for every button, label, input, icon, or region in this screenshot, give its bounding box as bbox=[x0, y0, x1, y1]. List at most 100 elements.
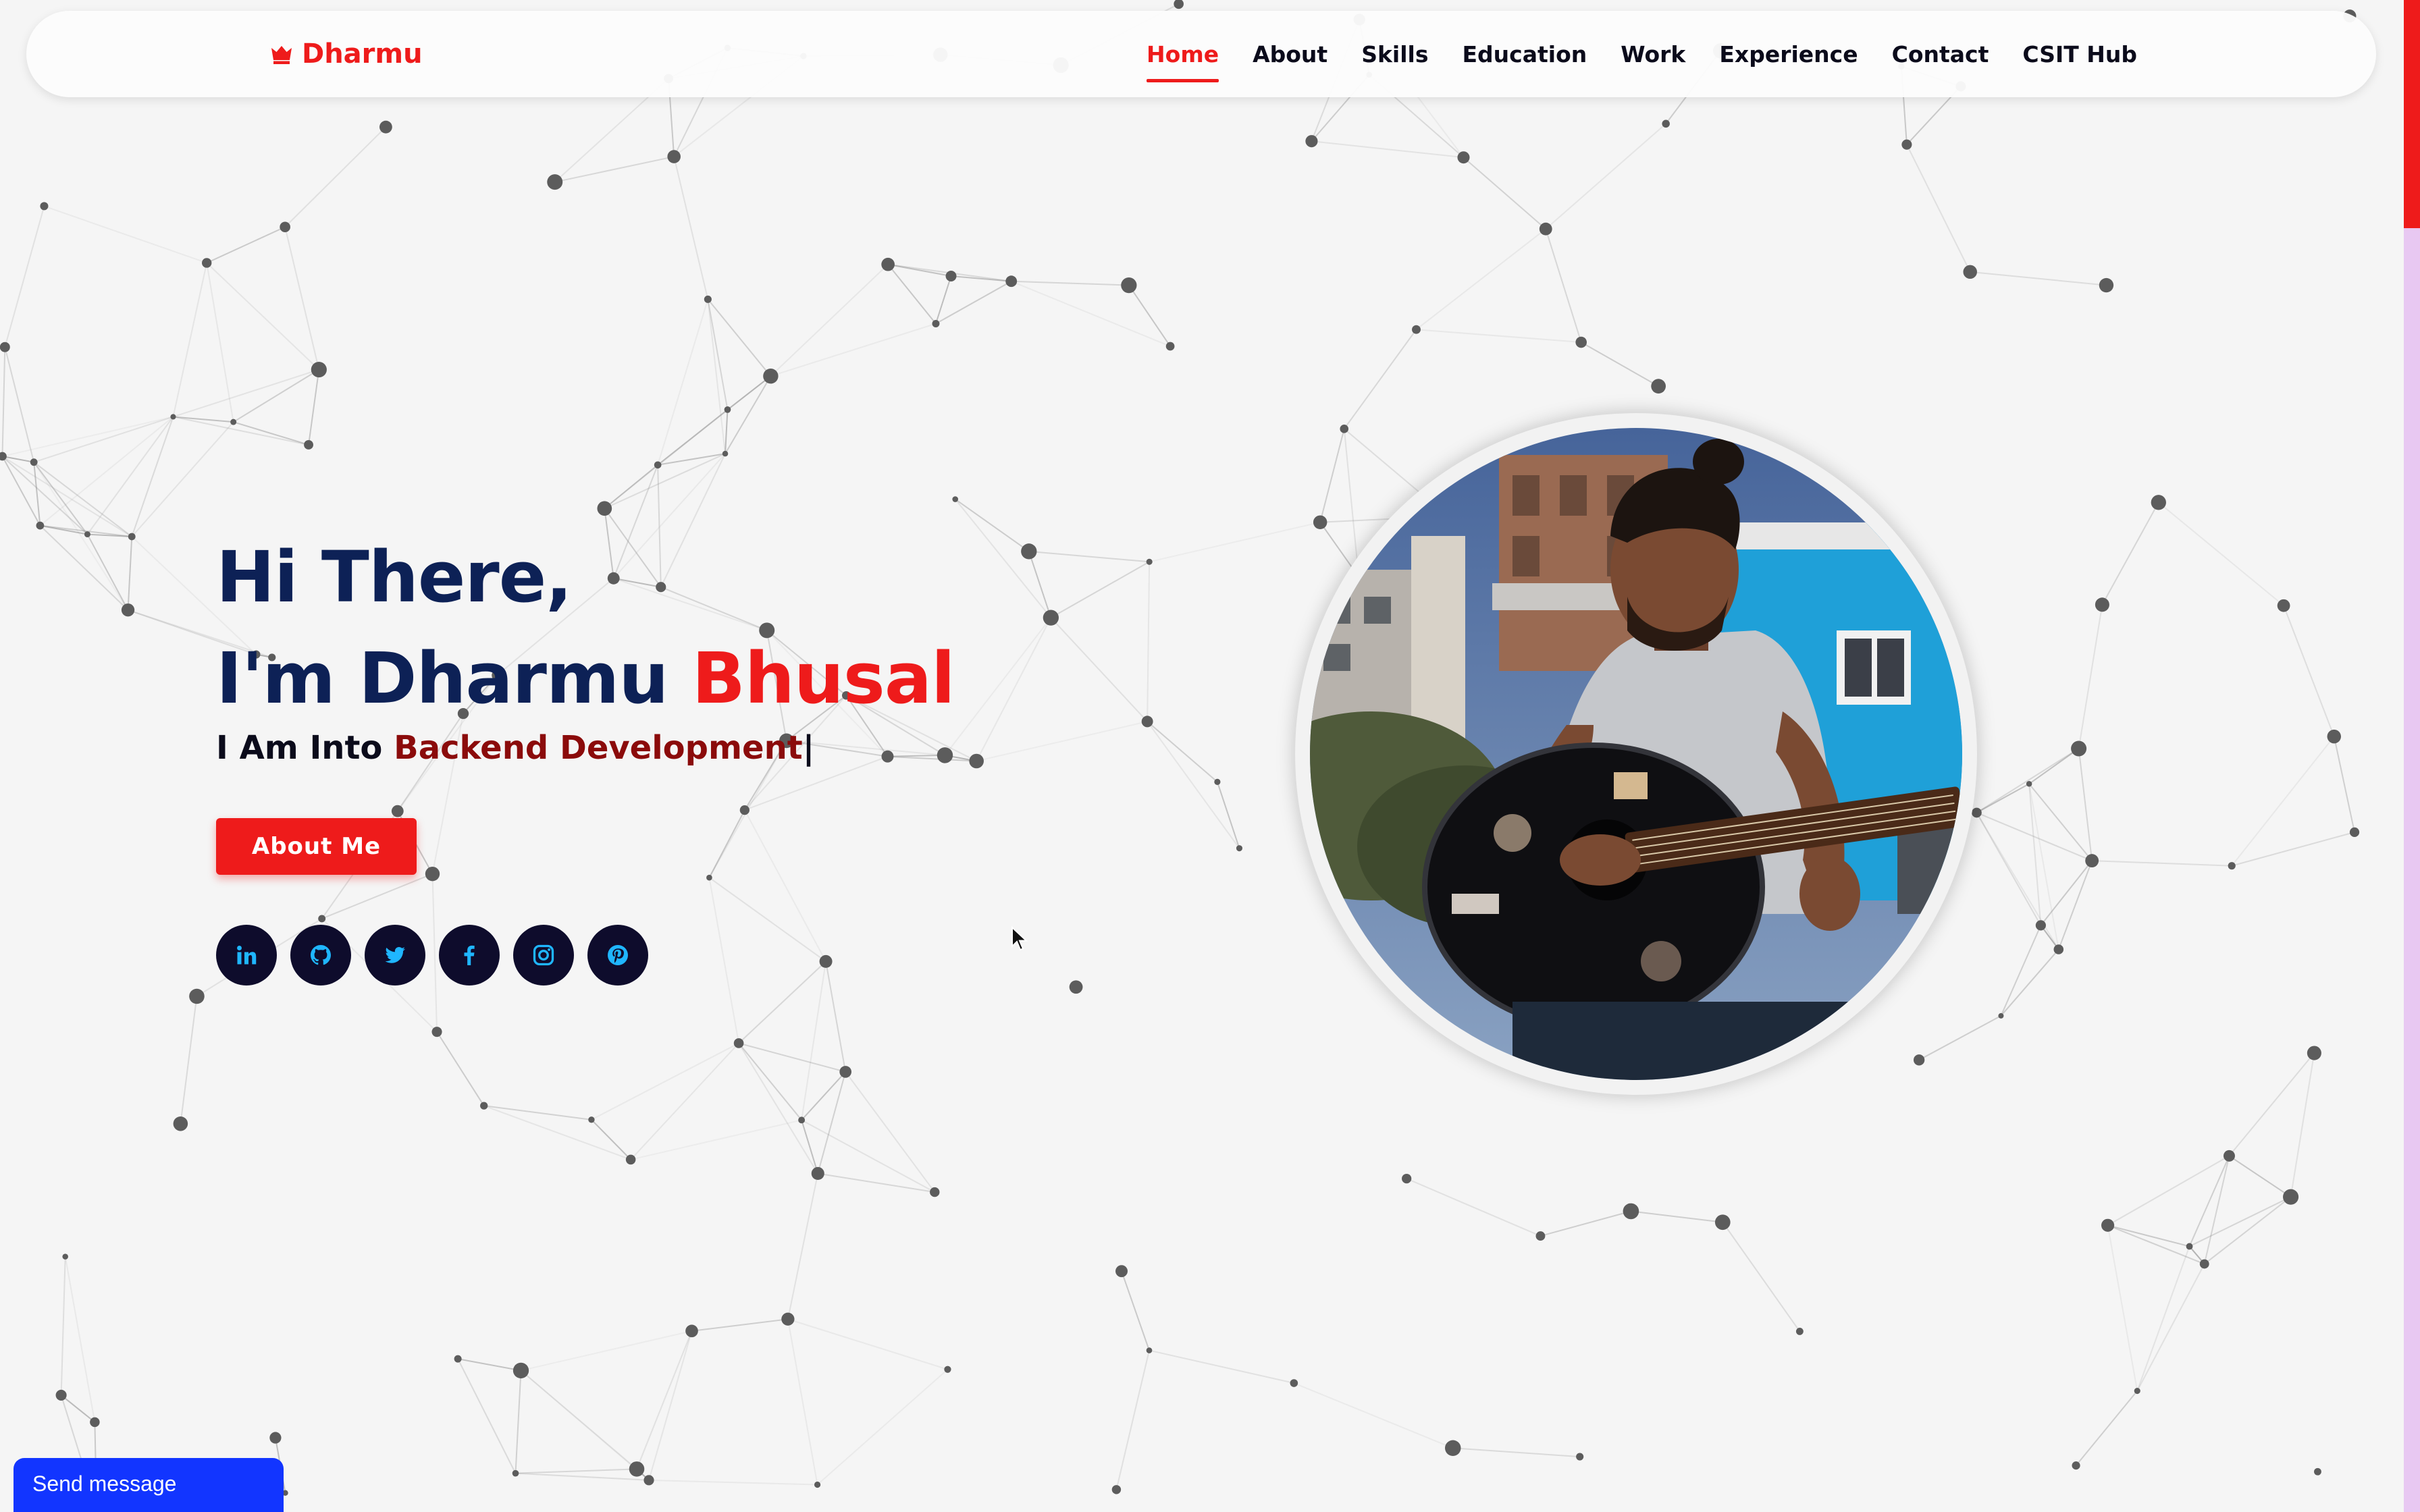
network-line bbox=[457, 1358, 517, 1474]
network-node bbox=[318, 915, 326, 923]
instagram-link[interactable] bbox=[513, 925, 574, 986]
nav-contact[interactable]: Contact bbox=[1892, 36, 1989, 73]
network-node bbox=[2186, 1243, 2193, 1250]
profile-photo bbox=[1310, 428, 1962, 1080]
network-node bbox=[512, 1469, 519, 1477]
network-node bbox=[1913, 1054, 1925, 1066]
network-line bbox=[1050, 561, 1150, 618]
name-highlight: Bhusal bbox=[691, 637, 955, 720]
nav-skills[interactable]: Skills bbox=[1361, 36, 1428, 73]
name-line: I'm Dharmu Bhusal bbox=[216, 628, 955, 729]
network-line bbox=[180, 996, 198, 1124]
network-line bbox=[787, 1173, 819, 1320]
network-line bbox=[1918, 1015, 2001, 1061]
network-line bbox=[131, 416, 174, 537]
network-line bbox=[630, 1042, 739, 1160]
network-node bbox=[230, 418, 237, 425]
network-line bbox=[1319, 429, 1345, 522]
network-line bbox=[636, 1330, 693, 1469]
network-node bbox=[480, 1102, 488, 1110]
network-line bbox=[284, 227, 320, 370]
nav-work[interactable]: Work bbox=[1621, 36, 1685, 73]
network-node bbox=[819, 954, 833, 968]
nav-education[interactable]: Education bbox=[1463, 36, 1587, 73]
network-node bbox=[2314, 1467, 2321, 1476]
network-line bbox=[657, 453, 726, 466]
network-node bbox=[1576, 1453, 1584, 1461]
network-node bbox=[1714, 1214, 1731, 1231]
network-line bbox=[954, 498, 1052, 618]
nav-home[interactable]: Home bbox=[1147, 36, 1219, 73]
network-node bbox=[625, 1154, 636, 1165]
typed-intro: I Am Into Backend Development| bbox=[216, 729, 814, 767]
network-line bbox=[173, 416, 234, 423]
network-line bbox=[976, 720, 1148, 762]
network-line bbox=[787, 1319, 818, 1485]
facebook-icon bbox=[464, 945, 475, 965]
network-line bbox=[1028, 550, 1150, 563]
network-node bbox=[811, 1166, 824, 1181]
network-node bbox=[512, 1362, 529, 1379]
network-line bbox=[33, 416, 174, 463]
network-node bbox=[2053, 944, 2064, 954]
network-node bbox=[643, 1475, 654, 1486]
send-message-button[interactable]: Send message bbox=[14, 1458, 284, 1512]
pinterest-link[interactable] bbox=[587, 925, 648, 986]
nav-experience[interactable]: Experience bbox=[1719, 36, 1858, 73]
network-node bbox=[932, 320, 940, 327]
network-node bbox=[2095, 597, 2109, 612]
linkedin-link[interactable] bbox=[216, 925, 277, 986]
network-node bbox=[547, 174, 563, 190]
network-node bbox=[121, 603, 135, 617]
network-line bbox=[976, 617, 1052, 761]
brand-logo[interactable]: Dharmu bbox=[269, 11, 423, 97]
network-node bbox=[2151, 495, 2166, 510]
facebook-link[interactable] bbox=[439, 925, 500, 986]
network-node bbox=[1141, 716, 1153, 728]
network-node bbox=[798, 1116, 806, 1124]
nav-csit-hub[interactable]: CSIT Hub bbox=[2022, 36, 2137, 73]
network-line bbox=[738, 1042, 819, 1174]
network-node bbox=[280, 221, 290, 233]
network-line bbox=[39, 524, 129, 611]
network-node bbox=[1340, 425, 1349, 433]
network-line bbox=[887, 754, 945, 757]
network-line bbox=[708, 877, 826, 963]
network-line bbox=[743, 809, 826, 962]
twitter-link[interactable] bbox=[365, 925, 425, 986]
network-line bbox=[483, 1105, 631, 1160]
network-line bbox=[233, 421, 309, 446]
network-node bbox=[1535, 1231, 1546, 1241]
linkedin-icon bbox=[237, 946, 257, 965]
network-line bbox=[816, 1369, 949, 1486]
network-line bbox=[1970, 271, 2107, 286]
network-line bbox=[2228, 1155, 2292, 1198]
network-line bbox=[2107, 1155, 2230, 1226]
network-line bbox=[825, 961, 847, 1073]
name-prefix: I'm Dharmu bbox=[216, 637, 692, 720]
network-node bbox=[685, 1324, 698, 1338]
nav-about[interactable]: About bbox=[1253, 36, 1327, 73]
network-line bbox=[127, 536, 133, 610]
social-links bbox=[216, 925, 648, 986]
network-line bbox=[1976, 783, 2030, 813]
network-node bbox=[2026, 780, 2032, 787]
network-line bbox=[707, 299, 727, 454]
network-line bbox=[1463, 157, 1546, 230]
network-node bbox=[2307, 1046, 2321, 1060]
network-node bbox=[1575, 336, 1587, 348]
scrollbar-thumb[interactable] bbox=[2404, 0, 2420, 228]
network-node bbox=[1069, 980, 1083, 994]
network-node bbox=[170, 414, 176, 420]
network-line bbox=[233, 369, 319, 423]
network-line bbox=[1452, 1447, 1580, 1458]
about-me-button[interactable]: About Me bbox=[216, 818, 417, 875]
network-node bbox=[1290, 1379, 1298, 1387]
network-node bbox=[722, 450, 729, 457]
network-line bbox=[738, 1042, 802, 1120]
network-line bbox=[2333, 736, 2356, 833]
network-node bbox=[2283, 1189, 2299, 1205]
network-node bbox=[654, 461, 662, 469]
github-link[interactable] bbox=[290, 925, 351, 986]
network-node bbox=[2349, 827, 2360, 837]
